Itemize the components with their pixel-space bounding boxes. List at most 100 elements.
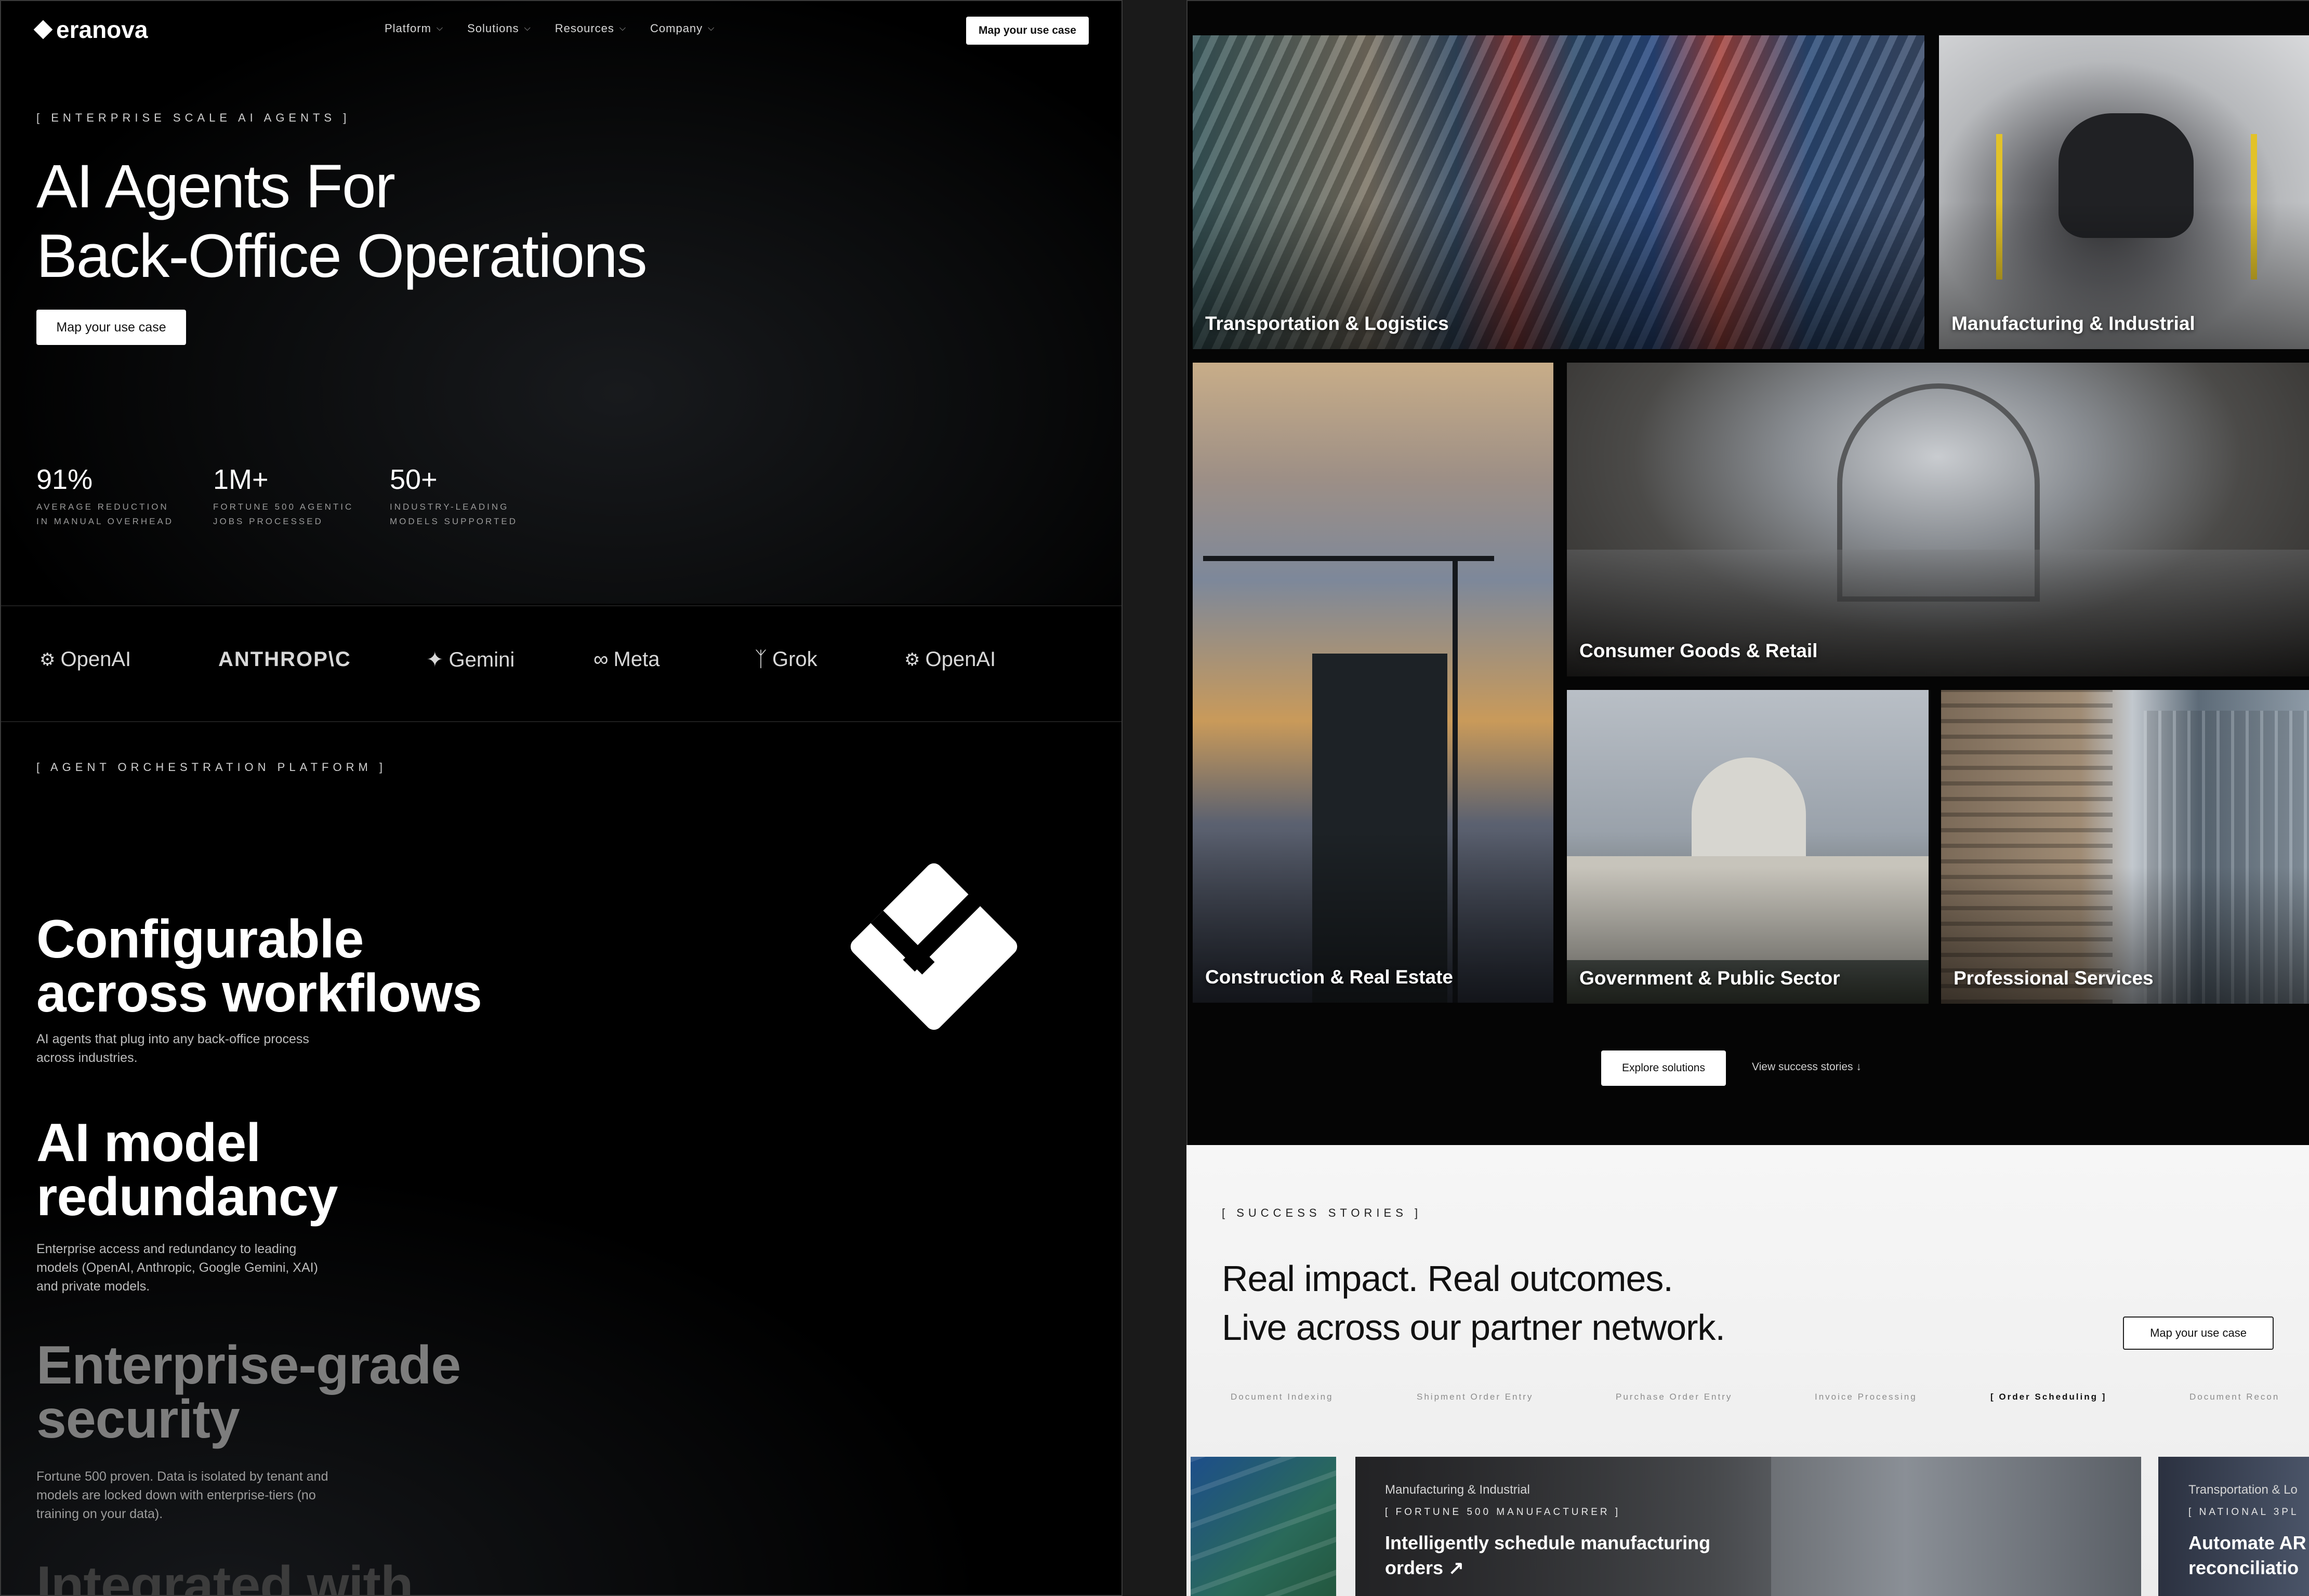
tab-document-recon[interactable]: Document Recon — [2189, 1392, 2279, 1402]
feature-title: Enterprise-grade security — [36, 1338, 461, 1449]
feature-desc-line: Fortune 500 proven. Data is isolated by … — [36, 1469, 328, 1484]
logo-grok: ᛉ Grok — [755, 648, 817, 671]
nav-item-company[interactable]: Company ⌵ — [650, 22, 715, 35]
stories-cta-button[interactable]: Map your use case — [2123, 1316, 2274, 1350]
top-navigation: eranova Platform ⌵ Solutions ⌵ Resources ⌵ … — [1, 1, 1121, 58]
stat-reduction: 91% AVERAGE REDUCTION IN MANUAL OVERHEAD — [36, 463, 174, 529]
capitol-dome — [1692, 757, 1806, 861]
story-title-line: reconciliatio — [2188, 1557, 2299, 1578]
tab-document-indexing[interactable]: Document Indexing — [1231, 1392, 1333, 1402]
brand-logo[interactable]: eranova — [33, 16, 148, 44]
stat-value: 50+ — [390, 464, 438, 495]
stat-models: 50+ INDUSTRY-LEADING MODELS SUPPORTED — [390, 463, 518, 529]
explore-solutions-button[interactable]: Explore solutions — [1601, 1050, 1726, 1086]
logo-label: Grok — [772, 648, 817, 671]
gemini-sparkle-icon: ✦ — [426, 648, 444, 671]
story-card-transportation[interactable]: Transportation & Lo [ NATIONAL 3PL Autom… — [2158, 1457, 2309, 1596]
stat-label-line: MODELS SUPPORTED — [390, 516, 518, 526]
logo-anthropic: ANTHROP\C — [218, 648, 351, 671]
story-title: Automate AR reconciliatio — [2188, 1531, 2306, 1580]
nav-item-resources[interactable]: Resources ⌵ — [555, 22, 626, 35]
stat-jobs: 1M+ FORTUNE 500 AGENTIC JOBS PROCESSED — [213, 463, 353, 529]
stat-label: FORTUNE 500 AGENTIC JOBS PROCESSED — [213, 500, 353, 529]
industry-tile-manufacturing[interactable]: Manufacturing & Industrial — [1939, 35, 2309, 349]
openai-icon: ⚙ — [39, 649, 56, 670]
industry-tile-construction[interactable]: Construction & Real Estate — [1193, 363, 1553, 1003]
view-success-stories-link[interactable]: View success stories ↓ — [1752, 1061, 1862, 1073]
crane-silhouette — [1203, 556, 1494, 561]
chevron-down-icon: ⌵ — [436, 24, 444, 33]
nav-item-platform[interactable]: Platform ⌵ — [385, 22, 443, 35]
industry-tile-professional[interactable]: Professional Services — [1941, 690, 2309, 1004]
story-client: [ FORTUNE 500 MANUFACTURER ] — [1385, 1507, 1621, 1518]
logo-gemini: ✦ Gemini — [426, 648, 514, 672]
stories-eyebrow: [ SUCCESS STORIES ] — [1222, 1206, 1422, 1219]
nav-item-label: Platform — [385, 22, 431, 35]
stat-value: 91% — [36, 464, 93, 495]
right-top-border — [1186, 0, 2309, 1]
stories-title: Real impact. Real outcomes. Live across … — [1222, 1254, 1725, 1352]
tab-invoice-processing[interactable]: Invoice Processing — [1815, 1392, 1917, 1402]
chevron-down-icon: ⌵ — [619, 24, 627, 33]
story-industry: Transportation & Lo — [2188, 1483, 2298, 1497]
success-stories-section: [ SUCCESS STORIES ] Real impact. Real ou… — [1186, 1145, 2309, 1596]
hero-title-line: Back-Office Operations — [36, 222, 648, 290]
story-card-manufacturing[interactable]: Manufacturing & Industrial [ FORTUNE 500… — [1355, 1457, 2141, 1596]
tab-order-scheduling[interactable]: [ Order Scheduling ] — [1990, 1392, 2106, 1402]
feature-integrated-title: Integrated with — [36, 1555, 414, 1596]
nav-item-label: Company — [650, 22, 703, 35]
grok-icon: ᛉ — [755, 648, 767, 671]
stat-label-line: AVERAGE REDUCTION — [36, 502, 169, 512]
logo-openai-2: ⚙ OpenAI — [904, 648, 996, 671]
right-left-border — [1186, 0, 1188, 1145]
feature-description: Fortune 500 proven. Data is isolated by … — [36, 1467, 460, 1523]
screenshot-canvas: eranova Platform ⌵ Solutions ⌵ Resources ⌵ … — [0, 0, 2309, 1596]
industries-page-right-panel: Transportation & Logistics Manufacturing… — [1186, 0, 2309, 1596]
feature-desc-line: models are locked down with enterprise-t… — [36, 1488, 316, 1502]
industry-tile-retail[interactable]: Consumer Goods & Retail — [1567, 363, 2309, 676]
openai-icon: ⚙ — [904, 649, 920, 670]
story-card-partial-left[interactable] — [1191, 1457, 1336, 1596]
industry-label: Construction & Real Estate — [1205, 966, 1453, 988]
hero-title-line: AI Agents For — [36, 152, 395, 221]
home-page-left-panel: eranova Platform ⌵ Solutions ⌵ Resources ⌵ … — [0, 0, 1123, 1596]
story-title-line: Intelligently schedule manufacturing — [1385, 1532, 1711, 1553]
chevron-down-icon: ⌵ — [524, 24, 531, 33]
stat-label: AVERAGE REDUCTION IN MANUAL OVERHEAD — [36, 500, 174, 529]
feature-title: Configurable across workflows — [36, 912, 482, 1020]
story-title: Intelligently schedule manufacturing ord… — [1385, 1531, 1710, 1580]
nav-item-label: Solutions — [467, 22, 519, 35]
stories-title-line: Real impact. Real outcomes. — [1222, 1258, 1673, 1299]
feature-title-line: across workflows — [36, 963, 482, 1023]
feature-title-line: security — [36, 1389, 240, 1449]
stat-label-line: IN MANUAL OVERHEAD — [36, 516, 174, 526]
hero-cta-button[interactable]: Map your use case — [36, 310, 186, 345]
story-title-line: orders ↗ — [1385, 1557, 1464, 1578]
industry-tile-government[interactable]: Government & Public Sector — [1567, 690, 1929, 1004]
platform-eyebrow: [ AGENT ORCHESTRATION PLATFORM ] — [36, 761, 387, 774]
meta-infinity-icon: ∞ — [593, 648, 609, 671]
nav-item-solutions[interactable]: Solutions ⌵ — [467, 22, 531, 35]
industry-label: Manufacturing & Industrial — [1951, 313, 2195, 334]
stat-label-line: JOBS PROCESSED — [213, 516, 323, 526]
feature-title-line: redundancy — [36, 1167, 338, 1227]
chevron-down-icon: ⌵ — [708, 24, 715, 33]
platform-logo-mark — [850, 863, 1018, 1030]
industry-tile-transportation[interactable]: Transportation & Logistics — [1193, 35, 1924, 349]
story-client: [ NATIONAL 3PL — [2188, 1507, 2299, 1518]
feature-description: Enterprise access and redundancy to lead… — [36, 1240, 337, 1296]
feature-security: Enterprise-grade security Fortune 500 pro… — [36, 1338, 461, 1523]
hero-eyebrow: [ ENTERPRISE SCALE AI AGENTS ] — [36, 111, 351, 124]
tab-purchase-order-entry[interactable]: Purchase Order Entry — [1616, 1392, 1732, 1402]
feature-title: AI model redundancy — [36, 1116, 338, 1227]
feature-desc-line: AI agents that plug into any back-office… — [36, 1032, 309, 1046]
industry-label: Professional Services — [1954, 967, 2154, 989]
feature-title-line: Configurable — [36, 909, 364, 969]
tab-shipment-order-entry[interactable]: Shipment Order Entry — [1417, 1392, 1533, 1402]
stat-label: INDUSTRY-LEADING MODELS SUPPORTED — [390, 500, 518, 529]
industry-label: Government & Public Sector — [1579, 967, 1840, 989]
feature-desc-line: training on your data). — [36, 1507, 163, 1521]
feature-description: AI agents that plug into any back-office… — [36, 1030, 482, 1067]
logo-meta: ∞ Meta — [593, 648, 659, 671]
nav-cta-button[interactable]: Map your use case — [966, 17, 1089, 45]
